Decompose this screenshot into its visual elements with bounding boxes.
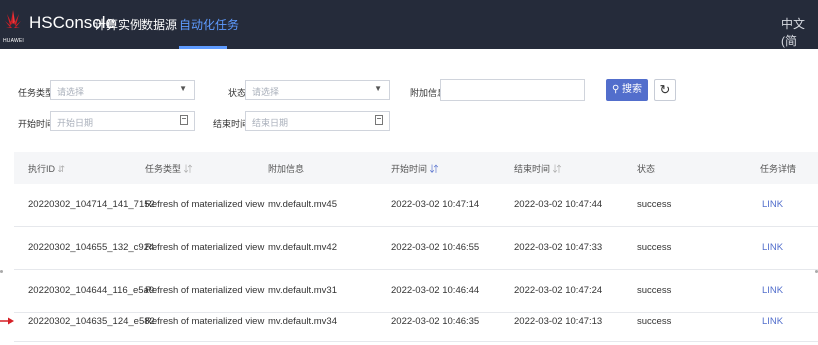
cell-status: success (637, 285, 672, 296)
col-header-task-detail: 任务详情 (760, 164, 797, 174)
col-header-start-time[interactable]: 开始时间 ⇵ (391, 162, 439, 175)
col-header-end-time[interactable]: 结束时间 ⇵ (514, 162, 562, 175)
detail-link[interactable]: LINK (762, 285, 783, 296)
status-select[interactable]: 请选择 ▼ (245, 80, 390, 100)
cell-task-type: Refresh of materialized view (145, 242, 265, 253)
logo-text: HUAWEI (3, 38, 25, 44)
cell-end-time: 2022-03-02 10:47:24 (514, 285, 603, 296)
huawei-logo-icon (5, 10, 21, 28)
sort-icon: ⇵ (183, 164, 193, 174)
col-header-label: 开始时间 (391, 164, 428, 174)
calendar-icon (375, 115, 383, 125)
table-row: 20220302_104714_141_7152 Refresh of mate… (14, 184, 818, 227)
cell-start-time: 2022-03-02 10:46:55 (391, 242, 480, 253)
col-header-label: 任务类型 (145, 164, 182, 174)
cell-start-time: 2022-03-02 10:46:44 (391, 285, 480, 296)
red-arrow-icon (0, 317, 14, 325)
calendar-icon (180, 115, 188, 125)
cell-start-time: 2022-03-02 10:46:35 (391, 316, 480, 327)
cell-status: success (637, 316, 672, 327)
start-time-label: 开始时间 (18, 119, 55, 129)
table-row: 20220302_104655_132_c924 Refresh of mate… (14, 227, 818, 270)
status-placeholder: 请选择 (252, 87, 280, 97)
task-type-placeholder: 请选择 (57, 87, 85, 97)
col-header-task-type[interactable]: 任务类型 ⇵ (145, 162, 193, 175)
refresh-icon: ↻ (659, 82, 671, 97)
cell-extra-info: mv.default.mv42 (268, 242, 337, 253)
nav-item-datasource[interactable]: 数据源 (141, 16, 177, 33)
chevron-down-icon: ▼ (374, 84, 382, 93)
search-icon: ⚲ (611, 84, 620, 95)
end-date-picker[interactable]: 结束日期 (245, 111, 390, 131)
cell-extra-info: mv.default.mv45 (268, 199, 337, 210)
cell-task-type: Refresh of materialized view (145, 316, 265, 327)
cell-status: success (637, 199, 672, 210)
cell-exec-id: 20220302_104644_116_e5a9 (28, 285, 155, 296)
start-date-picker[interactable]: 开始日期 (50, 111, 195, 131)
active-nav-indicator (179, 46, 227, 49)
cell-task-type: Refresh of materialized view (145, 285, 265, 296)
cell-exec-id: 20220302_104655_132_c924 (28, 242, 155, 253)
nav-item-compute[interactable]: 计算实例 (94, 16, 142, 33)
cell-exec-id: 20220302_104714_141_7152 (28, 199, 155, 210)
cell-extra-info: mv.default.mv34 (268, 316, 337, 327)
start-date-placeholder: 开始日期 (57, 118, 94, 128)
col-header-label: 执行ID (28, 164, 56, 174)
chevron-down-icon: ▼ (179, 84, 187, 93)
end-date-placeholder: 结束日期 (252, 118, 289, 128)
sort-icon: ⇵ (552, 164, 562, 174)
table-row: 20220302_104635_124_e582 Refresh of mate… (14, 301, 818, 342)
cell-task-type: Refresh of materialized view (145, 199, 265, 210)
cell-end-time: 2022-03-02 10:47:44 (514, 199, 603, 210)
cell-extra-info: mv.default.mv31 (268, 285, 337, 296)
nav-item-automation[interactable]: 自动化任务 (179, 16, 239, 33)
col-header-status: 状态 (637, 164, 656, 174)
language-switch[interactable]: 中文 (简 (781, 15, 818, 49)
cell-status: success (637, 242, 672, 253)
cell-exec-id: 20220302_104635_124_e582 (28, 316, 155, 327)
top-bar: HUAWEI HSConsole 计算实例 数据源 自动化任务 中文 (简 (0, 0, 818, 49)
detail-link[interactable]: LINK (762, 199, 783, 210)
detail-link[interactable]: LINK (762, 242, 783, 253)
extra-info-input[interactable] (440, 79, 585, 101)
sort-icon: ⇵ (57, 164, 66, 174)
cell-end-time: 2022-03-02 10:47:13 (514, 316, 603, 327)
detail-link[interactable]: LINK (762, 316, 783, 327)
col-header-exec-id[interactable]: 执行ID ⇵ (28, 162, 65, 175)
status-label: 状态 (228, 88, 247, 98)
sort-icon: ⇵ (429, 164, 439, 174)
cell-start-time: 2022-03-02 10:47:14 (391, 199, 480, 210)
cell-end-time: 2022-03-02 10:47:33 (514, 242, 603, 253)
table-header: 执行ID ⇵ 任务类型 ⇵ 附加信息 开始时间 ⇵ 结束时间 ⇵ 状态 任务详情 (14, 152, 818, 184)
refresh-button[interactable]: ↻ (654, 79, 676, 101)
end-time-label: 结束时间 (213, 119, 250, 129)
col-header-extra-info: 附加信息 (268, 164, 305, 174)
search-button-label: 搜索 (622, 84, 643, 95)
task-type-select[interactable]: 请选择 ▼ (50, 80, 195, 100)
edge-handle (0, 270, 3, 273)
task-type-label: 任务类型 (18, 88, 55, 98)
search-button[interactable]: ⚲ 搜索 (606, 79, 648, 101)
col-header-label: 结束时间 (514, 164, 551, 174)
